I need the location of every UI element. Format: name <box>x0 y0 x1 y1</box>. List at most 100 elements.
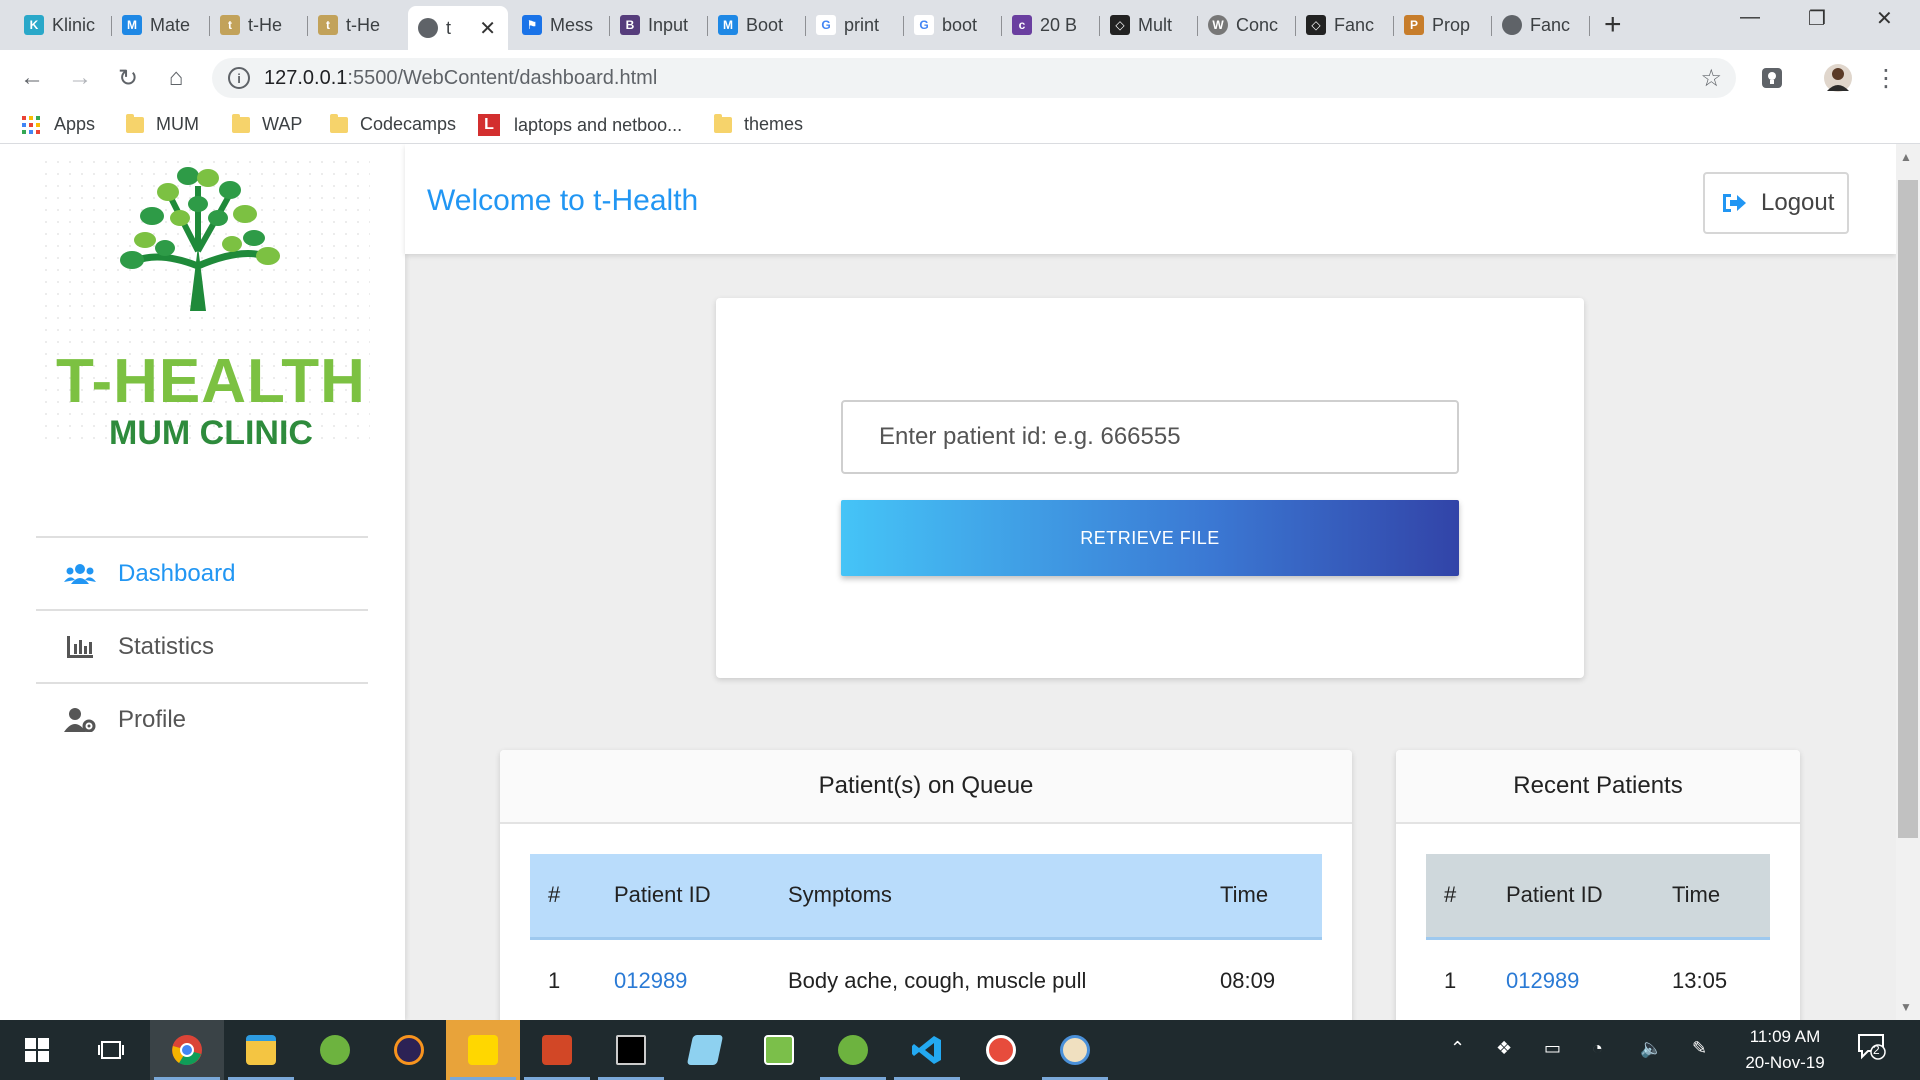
browser-tab[interactable]: M Mate <box>112 8 210 42</box>
new-tab-icon[interactable]: + <box>1604 8 1622 42</box>
dropbox-icon[interactable]: ❖ <box>1496 1038 1512 1059</box>
sidebar-item-profile[interactable]: Profile <box>36 682 368 755</box>
flag-icon: ⚑ <box>522 15 542 35</box>
page-header: Welcome to t-Health Logout <box>405 144 1896 254</box>
paint-palette-icon[interactable] <box>1038 1020 1112 1080</box>
google-icon: G <box>914 15 934 35</box>
thealth-icon: t <box>220 15 240 35</box>
table-header-row: # Patient ID Time <box>1426 854 1770 938</box>
browser-tab[interactable]: c 20 B <box>1002 8 1100 42</box>
browser-tab[interactable]: W Conc <box>1198 8 1296 42</box>
chevron-up-icon[interactable]: ⌃ <box>1450 1038 1465 1059</box>
bookmark-link[interactable]: L laptops and netboo... <box>478 114 682 136</box>
bookmark-folder[interactable]: themes <box>714 113 803 135</box>
eclipse-icon[interactable] <box>372 1020 446 1080</box>
codepen-icon: ◇ <box>1110 15 1130 35</box>
scrollbar-thumb[interactable] <box>1898 180 1918 838</box>
menu-kebab-icon[interactable]: ⋮ <box>1870 62 1902 94</box>
browser-tab[interactable]: M Boot <box>708 8 806 42</box>
browser-tab-active[interactable]: t ✕ <box>408 6 508 50</box>
system-clock[interactable]: 11:09 AM 20-Nov-19 <box>1730 1024 1840 1076</box>
logout-button[interactable]: Logout <box>1703 172 1849 234</box>
address-bar[interactable]: i 127.0.0.1:5500/WebContent/dashboard.ht… <box>212 58 1736 98</box>
bookmark-folder[interactable]: WAP <box>232 113 302 135</box>
symptoms-cell: Body ache, cough, muscle pull <box>788 967 1087 993</box>
chrome-icon[interactable] <box>150 1020 224 1080</box>
sidebar-item-dashboard[interactable]: Dashboard <box>36 536 368 609</box>
notification-center-icon[interactable]: 2 <box>1858 1034 1886 1065</box>
colorlib-icon: c <box>1012 15 1032 35</box>
snipping-tool-icon[interactable] <box>964 1020 1038 1080</box>
avatar[interactable] <box>1822 62 1854 94</box>
codepen-icon: ◇ <box>1306 15 1326 35</box>
wifi-icon[interactable]: ◔ <box>1592 1038 1603 1059</box>
row-number: 1 <box>1444 967 1457 993</box>
bookmark-folder[interactable]: Codecamps <box>330 113 456 135</box>
battery-icon[interactable]: ▭ <box>1544 1038 1561 1059</box>
back-icon[interactable]: ← <box>16 62 48 94</box>
reload-icon[interactable]: ↻ <box>112 62 144 94</box>
browser-tab[interactable]: B Input <box>610 8 708 42</box>
scroll-down-icon[interactable]: ▼ <box>1900 1000 1912 1014</box>
restore-icon[interactable]: ❐ <box>1808 6 1826 31</box>
browser-tab[interactable]: t t-He <box>210 8 308 42</box>
column-header: Time <box>1672 854 1770 938</box>
patient-id-input[interactable] <box>841 400 1459 474</box>
patient-id-link[interactable]: 012989 <box>614 938 788 1020</box>
close-window-icon[interactable]: ✕ <box>1876 6 1893 31</box>
vscode-icon[interactable] <box>890 1020 964 1080</box>
users-icon <box>64 562 96 586</box>
file-explorer-icon[interactable] <box>224 1020 298 1080</box>
browser-tab[interactable]: ⚑ Mess <box>512 8 610 42</box>
user-gear-icon <box>64 707 96 732</box>
notepad-icon[interactable] <box>668 1020 742 1080</box>
browser-tab[interactable]: t t-He <box>308 8 406 42</box>
paint-icon[interactable] <box>742 1020 816 1080</box>
scroll-up-icon[interactable]: ▲ <box>1900 150 1912 164</box>
forward-icon[interactable]: → <box>64 62 96 94</box>
spring-tool-icon[interactable] <box>298 1020 372 1080</box>
sidebar-item-label: Dashboard <box>118 559 236 587</box>
column-header: # <box>530 854 614 938</box>
site-info-icon[interactable]: i <box>228 67 250 89</box>
folder-icon <box>714 113 732 133</box>
bookmark-star-icon[interactable]: ☆ <box>1700 64 1722 93</box>
time-cell: 08:09 <box>1220 967 1276 993</box>
mdb-icon: M <box>122 15 142 35</box>
close-tab-icon[interactable]: ✕ <box>479 16 496 41</box>
column-header: Symptoms <box>788 854 1220 938</box>
browser-tab[interactable]: ◇ Mult <box>1100 8 1198 42</box>
bookmark-apps[interactable]: Apps <box>22 114 95 135</box>
bootstrap-icon: B <box>620 15 640 35</box>
browser-tab[interactable]: ◇ Fanc <box>1296 8 1394 42</box>
pen-icon[interactable]: ✎ <box>1692 1038 1707 1059</box>
table-row[interactable]: 1 012989 13:05 <box>1426 938 1770 1020</box>
task-view-icon[interactable] <box>74 1020 148 1080</box>
home-icon[interactable]: ⌂ <box>160 62 192 94</box>
table-row[interactable]: 1 012989 Body ache, cough, muscle pull 0… <box>530 938 1322 1020</box>
queue-card: Patient(s) on Queue # Patient ID Symptom… <box>500 750 1352 1020</box>
sticky-notes-icon[interactable] <box>446 1020 520 1080</box>
terminal-icon[interactable] <box>594 1020 668 1080</box>
browser-tab[interactable]: K Klinic <box>14 8 112 42</box>
clock-date: 20-Nov-19 <box>1745 1053 1825 1072</box>
powerpoint-icon[interactable] <box>520 1020 594 1080</box>
spring-tool-icon-2[interactable] <box>816 1020 890 1080</box>
minimize-icon[interactable]: — <box>1740 6 1760 29</box>
logout-label: Logout <box>1761 189 1835 216</box>
queue-table: # Patient ID Symptoms Time 1 012989 Body… <box>530 854 1322 1020</box>
time-cell: 13:05 <box>1672 967 1728 993</box>
volume-icon[interactable]: 🔈 <box>1640 1038 1662 1059</box>
browser-tab[interactable]: G boot <box>904 8 1002 42</box>
sidebar-item-statistics[interactable]: Statistics <box>36 609 368 682</box>
extension-icon[interactable] <box>1756 62 1788 94</box>
column-header: # <box>1426 854 1506 938</box>
retrieve-file-button[interactable]: RETRIEVE FILE <box>841 500 1459 576</box>
windows-start-icon[interactable] <box>0 1020 74 1080</box>
bookmark-folder[interactable]: MUM <box>126 113 199 135</box>
browser-tab[interactable]: G print <box>806 8 904 42</box>
logo: T-HEALTH MUM CLINIC <box>40 156 370 452</box>
browser-tab[interactable]: P Prop <box>1394 8 1492 42</box>
browser-tab[interactable]: Fanc <box>1492 8 1590 42</box>
patient-id-link[interactable]: 012989 <box>1506 938 1672 1020</box>
